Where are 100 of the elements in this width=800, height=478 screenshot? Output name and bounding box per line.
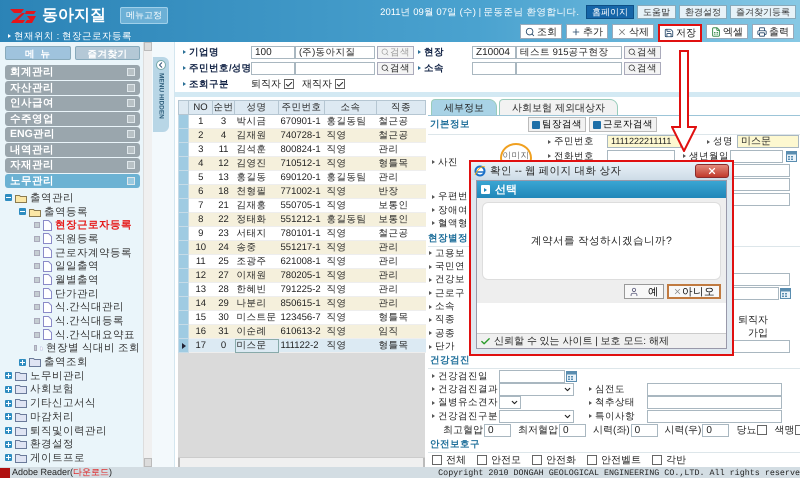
table-row[interactable]: 10 24 송중 551217-1 직영 관리 <box>178 240 426 254</box>
input-field[interactable]: 0 <box>630 424 658 437</box>
table-row[interactable]: 17 0 미스문 111122-2 직영 형틀목 <box>178 338 426 352</box>
input-field[interactable] <box>472 62 516 74</box>
checkbox[interactable] <box>284 79 294 89</box>
tab[interactable]: 세부정보 <box>431 99 497 115</box>
tree-item[interactable]: 마감처리 <box>30 410 74 424</box>
table-row[interactable]: 3 11 김석훈 800824-1 직영 관리 <box>178 142 426 156</box>
column-header[interactable]: 성명 <box>234 100 278 114</box>
scrollbar[interactable] <box>178 457 425 467</box>
input-field[interactable] <box>647 396 782 410</box>
search-button[interactable]: 검색 <box>377 62 414 74</box>
toolbar-button[interactable]: 추가 <box>566 24 608 39</box>
column-header[interactable]: 순번 <box>212 100 234 114</box>
column-header[interactable]: NO <box>188 100 212 114</box>
input-field[interactable] <box>730 150 783 163</box>
tree-toggle[interactable] <box>19 358 26 366</box>
table-row[interactable]: 14 29 나분리 850615-1 직영 관리 <box>178 296 426 310</box>
tree-item[interactable]: 출역등록 <box>44 204 88 219</box>
checkbox[interactable] <box>335 79 345 89</box>
input-field[interactable]: 0 <box>559 424 586 437</box>
table-row[interactable]: 7 21 김재홍 550705-1 직영 보통인 <box>178 198 426 212</box>
tree-item[interactable]: 식.간식대등록 <box>55 314 124 328</box>
input-field[interactable] <box>251 62 295 74</box>
header-link[interactable]: 즐겨찾기등록 <box>730 5 796 19</box>
toolbar-button[interactable]: 저장 <box>658 24 702 42</box>
calendar-icon[interactable] <box>780 288 791 299</box>
column-header[interactable]: 직종 <box>376 100 426 114</box>
tree-toggle[interactable] <box>5 400 12 407</box>
input-field[interactable]: 0 <box>484 424 511 437</box>
table-row[interactable]: 11 25 조광주 621008-1 직영 관리 <box>178 254 426 268</box>
column-header[interactable]: 주민번호 <box>278 100 324 114</box>
tree-toggle[interactable] <box>5 386 12 393</box>
dialog-button[interactable]: 아니오 <box>667 284 721 299</box>
checkbox[interactable] <box>532 455 542 466</box>
dialog-button[interactable]: 예 <box>624 284 664 299</box>
tree-item[interactable]: 퇴직및이력관리 <box>30 424 107 438</box>
calendar-icon[interactable] <box>566 370 577 382</box>
input-field[interactable] <box>295 62 375 74</box>
search-button[interactable]: 검색 <box>624 62 661 74</box>
tree-item[interactable]: 단가관리 <box>55 286 99 301</box>
header-link[interactable]: 환경설정 <box>679 5 727 19</box>
table-row[interactable]: 5 13 홍길동 690120-1 홍길동팀 관리 <box>178 170 426 184</box>
tree-item[interactable]: 노무비관리 <box>30 368 85 383</box>
tree-item[interactable]: 근로자계약등록 <box>55 246 132 260</box>
tree-item[interactable]: 환경설정 <box>30 437 74 452</box>
input-field[interactable]: 테스트 915공구현장 <box>516 46 622 58</box>
header-link[interactable]: 홈페이지 <box>586 5 634 19</box>
tree-item[interactable]: 출역관리 <box>30 190 74 205</box>
table-row[interactable]: 8 22 정태화 551212-1 홍길동팀 보통인 <box>178 212 426 226</box>
row-header[interactable] <box>178 338 188 352</box>
dropdown[interactable] <box>499 396 521 410</box>
tree-item[interactable]: 일일출역 <box>55 259 99 274</box>
toolbar-button[interactable]: 삭제 <box>612 24 654 39</box>
tab[interactable]: 사회보험 제외대상자 <box>499 99 618 115</box>
tree-toggle[interactable] <box>5 440 12 448</box>
input-field[interactable] <box>647 382 782 396</box>
calendar-icon[interactable] <box>786 150 797 162</box>
table-row[interactable]: 6 18 천형필 771002-1 직영 반장 <box>178 184 426 198</box>
tree-item[interactable]: 식.간식대관리 <box>55 300 124 314</box>
tree-toggle[interactable] <box>5 372 12 380</box>
tree-item[interactable]: 출역조회 <box>44 355 88 370</box>
input-field[interactable] <box>499 370 565 382</box>
checkbox[interactable] <box>477 455 487 466</box>
checkbox[interactable] <box>432 455 442 466</box>
column-header[interactable]: 소속 <box>324 100 376 114</box>
checkbox[interactable] <box>652 455 662 466</box>
input-field[interactable]: Z10004 <box>472 46 516 58</box>
input-field[interactable]: 미스문 <box>737 135 799 148</box>
tree-toggle[interactable] <box>19 208 26 216</box>
toolbar-button[interactable]: 출력 <box>752 24 794 39</box>
search-button[interactable]: 근로자검색 <box>589 117 657 132</box>
tree-toggle[interactable] <box>5 454 12 462</box>
input-field[interactable] <box>516 62 622 74</box>
scrollbar[interactable] <box>143 42 152 467</box>
toolbar-button[interactable]: 조회 <box>520 24 562 39</box>
table-row[interactable]: 15 30 미스트문 123456-7 직영 형틀목 <box>178 310 426 324</box>
table-row[interactable]: 12 27 이재원 780205-1 직영 관리 <box>178 268 426 282</box>
download-link[interactable]: Adobe Reader(다운로드) <box>12 466 112 478</box>
tree-item[interactable]: 월별출역 <box>55 272 99 287</box>
checkbox[interactable] <box>587 455 597 466</box>
tree-item[interactable]: 게이트프로 <box>30 450 85 465</box>
input-field[interactable] <box>647 410 782 423</box>
tree-item[interactable]: 사회보험 <box>30 382 74 396</box>
tree-item[interactable]: 현장별 식대비 조회 <box>46 341 140 356</box>
search-button[interactable]: 팀장검색 <box>528 117 586 132</box>
tree-item[interactable]: 식.간식대요약표 <box>55 328 135 342</box>
tree-item[interactable]: 현장근로자등록 <box>55 218 132 232</box>
tree-toggle[interactable] <box>5 194 12 202</box>
tree-toggle[interactable] <box>5 413 12 420</box>
tree-item[interactable]: 기타신고서식 <box>30 396 96 410</box>
input-field[interactable]: 0 <box>702 424 730 437</box>
header-link[interactable]: 도움말 <box>637 5 676 19</box>
checkbox[interactable] <box>757 425 768 436</box>
tree-item[interactable]: 직원등록 <box>55 232 99 246</box>
table-row[interactable]: 13 28 한혜빈 791225-2 직영 관리 <box>178 282 426 296</box>
search-button[interactable]: 검색 <box>624 46 661 58</box>
table-row[interactable]: 2 4 김재원 740728-1 직영 철근공 <box>178 128 426 142</box>
close-button[interactable] <box>695 164 729 178</box>
tree-toggle[interactable] <box>5 427 12 434</box>
